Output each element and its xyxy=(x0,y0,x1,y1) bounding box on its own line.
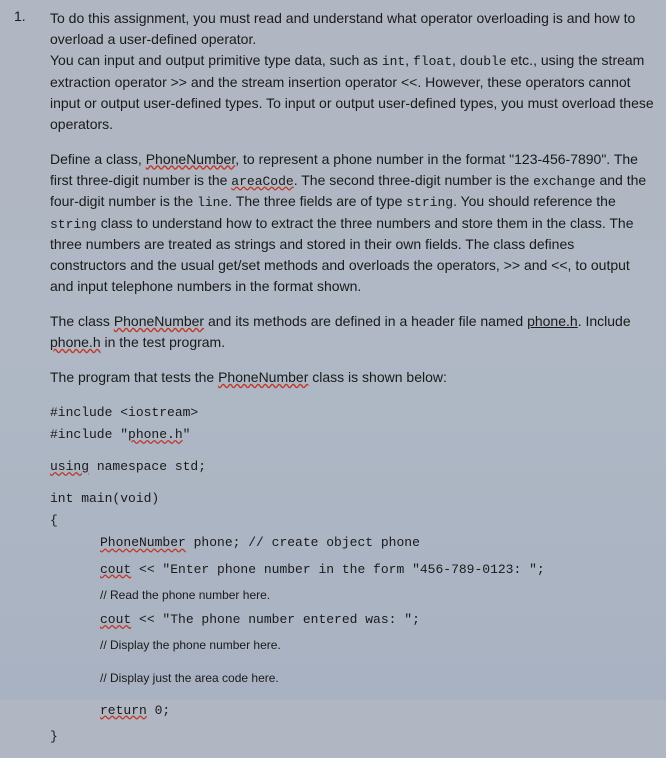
p1-text2a: You can input and output primitive type … xyxy=(50,52,382,68)
l7a: cout xyxy=(100,562,131,577)
code-line-9: cout << "The phone number entered was: "… xyxy=(100,609,654,631)
p3-a: The class xyxy=(50,313,114,329)
field-line: line xyxy=(197,195,228,210)
question-number: 1. xyxy=(14,8,26,24)
p1-c1: , xyxy=(405,52,413,68)
class-phonenumber-2: PhoneNumber xyxy=(114,313,204,329)
p4-a: The program that tests the xyxy=(50,369,218,385)
code-block: #include <iostream> #include "phone.h" u… xyxy=(50,402,654,748)
question-content: To do this assignment, you must read and… xyxy=(50,8,654,748)
l2c: " xyxy=(183,427,191,442)
file-phone-h-2: phone.h xyxy=(50,334,101,350)
code-float: float xyxy=(413,54,452,69)
type-string-2: string xyxy=(50,217,97,232)
l2b: phone.h xyxy=(128,427,183,442)
code-double: double xyxy=(460,54,507,69)
code-line-13: } xyxy=(50,726,654,748)
code-int: int xyxy=(382,54,405,69)
code-line-6: PhoneNumber phone; // create object phon… xyxy=(100,532,654,554)
code-line-8: // Read the phone number here. xyxy=(100,585,654,605)
p2-e: . The three fields are of type xyxy=(228,193,406,209)
paragraph-1: To do this assignment, you must read and… xyxy=(50,8,654,135)
type-string-1: string xyxy=(406,195,453,210)
class-phonenumber: PhoneNumber xyxy=(146,151,236,167)
code-line-7: cout << "Enter phone number in the form … xyxy=(100,559,654,581)
code-line-2: #include "phone.h" xyxy=(50,424,654,446)
l6b: phone; // create object phone xyxy=(186,535,420,550)
paragraph-4: The program that tests the PhoneNumber c… xyxy=(50,367,654,388)
p4-b: class is shown below: xyxy=(308,369,447,385)
p3-b: and its methods are defined in a header … xyxy=(204,313,527,329)
p1-text1: To do this assignment, you must read and… xyxy=(50,10,635,47)
p3-c: . Include xyxy=(578,313,631,329)
code-line-3: using namespace std; xyxy=(50,456,654,478)
p2-f: . You should reference the xyxy=(453,193,616,209)
code-line-11: // Display just the area code here. xyxy=(100,668,654,688)
field-areacode: areaCode xyxy=(231,174,293,189)
l9a: cout xyxy=(100,612,131,627)
l12a: return xyxy=(100,703,147,718)
l6a: PhoneNumber xyxy=(100,535,186,550)
file-phone-h: phone.h xyxy=(527,313,578,329)
paragraph-3: The class PhoneNumber and its methods ar… xyxy=(50,311,654,353)
code-line-12: return 0; xyxy=(100,700,654,722)
l9b: << "The phone number entered was: "; xyxy=(131,612,420,627)
l3a: using xyxy=(50,459,89,474)
p3-d: in the test program. xyxy=(101,334,226,350)
p2-a: Define a class, xyxy=(50,151,146,167)
code-body: PhoneNumber phone; // create object phon… xyxy=(100,532,654,722)
p2-c: . The second three-digit number is the xyxy=(294,172,533,188)
p2-g: class to understand how to extract the t… xyxy=(50,215,634,295)
code-line-10: // Display the phone number here. xyxy=(100,635,654,655)
l7b: << "Enter phone number in the form "456-… xyxy=(131,562,544,577)
class-phonenumber-3: PhoneNumber xyxy=(218,369,308,385)
field-exchange: exchange xyxy=(533,174,595,189)
assignment-page: 1. To do this assignment, you must read … xyxy=(0,0,666,758)
p1-c2: , xyxy=(452,52,460,68)
code-line-1: #include <iostream> xyxy=(50,402,654,424)
l12b: 0; xyxy=(147,703,170,718)
paragraph-2: Define a class, PhoneNumber, to represen… xyxy=(50,149,654,298)
code-line-4: int main(void) xyxy=(50,488,654,510)
l3b: namespace std; xyxy=(89,459,206,474)
l2a: #include " xyxy=(50,427,128,442)
code-line-5: { xyxy=(50,510,654,532)
